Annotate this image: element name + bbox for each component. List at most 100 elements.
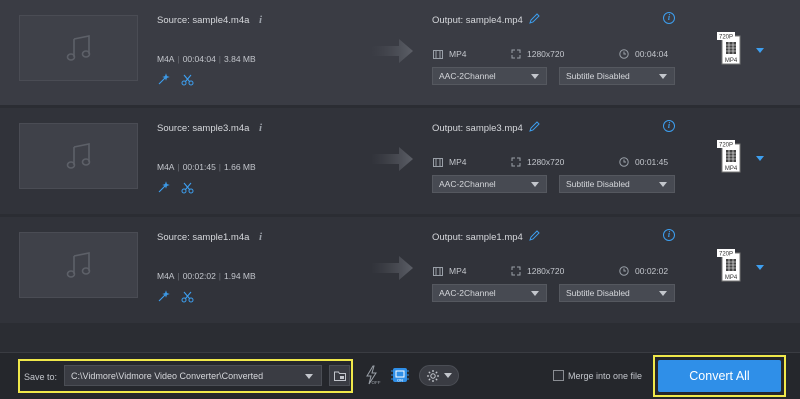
- output-format: MP4: [449, 266, 467, 276]
- hardware-accel-off-button[interactable]: OFF: [361, 364, 383, 386]
- convert-arrow-icon: [371, 39, 413, 63]
- output-format: MP4: [449, 49, 467, 59]
- info-icon[interactable]: i: [259, 231, 262, 243]
- output-resolution: 1280x720: [527, 266, 565, 276]
- audio-thumbnail: [19, 123, 138, 189]
- resolution-icon: [511, 266, 521, 276]
- video-format-icon: [433, 49, 443, 59]
- output-duration: 00:02:02: [635, 266, 669, 276]
- save-path-select[interactable]: C:\Vidmore\Vidmore Video Converter\Conve…: [64, 365, 322, 386]
- file-row: Source: sample4.m4a i M4A | 00:04:04 | 3.84 …: [0, 0, 800, 105]
- audio-thumbnail: [19, 15, 138, 81]
- svg-text:MP4: MP4: [725, 166, 738, 172]
- output-duration: 00:04:04: [635, 49, 669, 59]
- clock-icon: [619, 49, 629, 59]
- output-filename: Output: sample1.mp4: [432, 232, 523, 243]
- chevron-down-icon: [444, 373, 452, 378]
- settings-button[interactable]: [419, 365, 459, 386]
- cut-icon[interactable]: [181, 181, 194, 196]
- edit-name-icon[interactable]: [529, 121, 540, 134]
- source-format: M4A: [157, 271, 175, 281]
- music-note-icon: [66, 252, 90, 278]
- output-filename: Output: sample3.mp4: [432, 123, 523, 134]
- info-icon[interactable]: i: [259, 122, 262, 134]
- convert-arrow-icon: [371, 147, 413, 171]
- resolution-icon: [511, 157, 521, 167]
- svg-text:720P: 720P: [719, 252, 733, 258]
- source-format: M4A: [157, 162, 175, 172]
- checkbox-box[interactable]: [553, 370, 564, 381]
- source-meta: M4A | 00:01:45 | 1.66 MB: [157, 162, 256, 172]
- save-to-label: Save to:: [24, 372, 58, 382]
- edit-name-icon[interactable]: [529, 230, 540, 243]
- source-filename: Source: sample3.m4a: [157, 123, 250, 134]
- clock-icon: [619, 157, 629, 167]
- output-format: MP4: [449, 157, 467, 167]
- gear-icon: [427, 369, 439, 382]
- gpu-chip-icon: ON: [391, 368, 409, 383]
- svg-text:MP4: MP4: [725, 58, 738, 64]
- audio-thumbnail: [19, 232, 138, 298]
- video-format-icon: [433, 157, 443, 167]
- source-filename: Source: sample1.m4a: [157, 232, 250, 243]
- chevron-down-icon: [531, 182, 539, 187]
- svg-text:720P: 720P: [719, 35, 733, 41]
- folder-icon: [333, 371, 346, 381]
- music-note-icon: [66, 35, 90, 61]
- resolution-icon: [511, 49, 521, 59]
- music-note-icon: [66, 143, 90, 169]
- audio-track-select[interactable]: AAC-2Channel: [432, 284, 547, 302]
- chevron-down-icon: [659, 182, 667, 187]
- clock-icon: [619, 266, 629, 276]
- merge-label: Merge into one file: [568, 370, 643, 381]
- source-filename: Source: sample4.m4a: [157, 15, 250, 26]
- output-format-badge-icon[interactable]: 720P MP4: [717, 32, 743, 65]
- cut-icon[interactable]: [181, 73, 194, 88]
- enhance-icon[interactable]: [157, 181, 170, 196]
- format-dropdown-caret[interactable]: [756, 48, 764, 53]
- source-duration: 00:01:45: [182, 162, 216, 172]
- output-filename: Output: sample4.mp4: [432, 15, 523, 26]
- enhance-icon[interactable]: [157, 73, 170, 88]
- chevron-down-icon: [305, 374, 313, 379]
- source-duration: 00:04:04: [182, 54, 216, 64]
- chevron-down-icon: [531, 291, 539, 296]
- lightning-off-icon: OFF: [366, 365, 381, 385]
- source-size: 1.66 MB: [224, 162, 256, 172]
- source-format: M4A: [157, 54, 175, 64]
- source-duration: 00:02:02: [182, 271, 216, 281]
- enhance-icon[interactable]: [157, 290, 170, 305]
- open-folder-button[interactable]: [329, 365, 350, 386]
- output-info-icon[interactable]: i: [663, 229, 675, 241]
- output-info-icon[interactable]: i: [663, 12, 675, 24]
- file-row: Source: sample3.m4a i M4A | 00:01:45 | 1.66 …: [0, 108, 800, 214]
- file-row: Source: sample1.m4a i M4A | 00:02:02 | 1.94 …: [0, 217, 800, 323]
- chevron-down-icon: [659, 74, 667, 79]
- subtitle-select[interactable]: Subtitle Disabled: [559, 284, 675, 302]
- svg-text:OFF: OFF: [372, 380, 381, 385]
- audio-track-select[interactable]: AAC-2Channel: [432, 67, 547, 85]
- output-format-badge-icon[interactable]: 720P MP4: [717, 249, 743, 282]
- gpu-accel-on-button[interactable]: ON: [389, 364, 411, 386]
- source-meta: M4A | 00:02:02 | 1.94 MB: [157, 271, 256, 281]
- convert-all-button[interactable]: Convert All: [658, 360, 781, 392]
- merge-checkbox[interactable]: Merge into one file: [553, 370, 642, 381]
- chevron-down-icon: [531, 74, 539, 79]
- svg-text:ON: ON: [397, 378, 403, 383]
- format-dropdown-caret[interactable]: [756, 265, 764, 270]
- edit-name-icon[interactable]: [529, 13, 540, 26]
- source-meta: M4A | 00:04:04 | 3.84 MB: [157, 54, 256, 64]
- convert-arrow-icon: [371, 256, 413, 280]
- chevron-down-icon: [659, 291, 667, 296]
- subtitle-select[interactable]: Subtitle Disabled: [559, 67, 675, 85]
- audio-track-select[interactable]: AAC-2Channel: [432, 175, 547, 193]
- output-info-icon[interactable]: i: [663, 120, 675, 132]
- output-format-badge-icon[interactable]: 720P MP4: [717, 140, 743, 173]
- output-resolution: 1280x720: [527, 157, 565, 167]
- svg-text:MP4: MP4: [725, 275, 738, 281]
- subtitle-select[interactable]: Subtitle Disabled: [559, 175, 675, 193]
- format-dropdown-caret[interactable]: [756, 156, 764, 161]
- cut-icon[interactable]: [181, 290, 194, 305]
- svg-text:720P: 720P: [719, 143, 733, 149]
- info-icon[interactable]: i: [259, 14, 262, 26]
